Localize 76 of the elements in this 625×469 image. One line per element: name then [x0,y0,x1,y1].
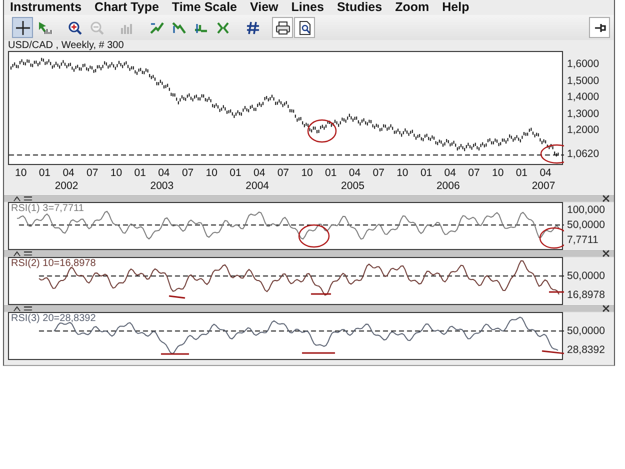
indicator-title: RSI(3) 20=28,8392 [11,313,96,324]
axis-label: 10 [15,167,27,179]
axis-label: 1,2000 [567,124,600,136]
axis-label: 1,6000 [567,58,600,70]
axis-label: 07 [277,167,290,179]
axis-label: 10 [110,167,122,179]
year-label: 2007 [532,180,556,192]
menu-item[interactable]: Instruments [4,0,89,15]
menu-item[interactable]: Help [436,0,476,15]
toolbar-button[interactable] [589,17,610,38]
year-label: 2002 [54,180,78,192]
menu-item[interactable]: View [244,0,286,15]
axis-label: 10 [206,167,218,179]
annotation-underline [549,291,564,293]
chart-title: USD/CAD , Weekly, # 300 [7,40,125,51]
annotation-underline [542,350,564,355]
axis-label: 01 [420,167,432,179]
axis-label: 04 [158,167,170,179]
crosshair-icon [14,20,30,36]
year-label: 2004 [246,180,269,192]
menu-item[interactable]: Chart Type [88,0,166,15]
axis-label: 1,0620 [567,148,600,160]
axis-label: 50,0000 [567,219,605,231]
axis-label: 07 [372,167,384,179]
close-icon [602,305,610,312]
close-icon [602,195,610,202]
indicator-title: RSI(2) 10=16,8978 [11,258,96,269]
axis-label: 10 [301,167,313,179]
axis-label: 07 [86,167,98,179]
toolbar-button[interactable] [12,17,33,38]
annotation-underline [168,295,186,299]
axis-label: 28,8392 [567,344,605,356]
toolbar-button[interactable] [272,17,293,38]
printer-icon [274,20,290,36]
axis-label: 04 [444,167,456,179]
annotation-underline [311,293,331,295]
axis-label: 01 [325,167,337,179]
axis-label: 04 [254,167,266,179]
chart-cursor-icon [36,20,52,36]
axis-label: 50,0000 [567,270,605,282]
axis-label: 04 [540,167,552,179]
menu-item[interactable]: Lines [285,0,331,15]
axis-label: 04 [348,167,361,179]
axis-label: 10 [492,167,504,179]
axis-label: 1,4000 [567,91,600,103]
axis-label: 1,3000 [567,108,600,120]
grid-icon [244,20,260,36]
close-icon [602,250,610,257]
menu-item[interactable]: Zoom [389,0,436,15]
annotation-underline [161,353,189,355]
axis-label: 01 [516,167,528,179]
year-label: 2003 [150,180,174,192]
print-preview-icon [296,20,312,36]
year-label: 2005 [341,180,364,192]
axis-label: 10 [396,167,408,179]
annotation-ellipse [298,224,330,248]
axis-label: 01 [134,167,146,179]
menu-item[interactable]: Studies [330,0,390,15]
year-label: 2006 [436,180,460,192]
axis-label: 7,7711 [567,234,598,246]
zoom-in-icon [66,20,82,36]
axis-label: 07 [182,167,194,179]
zoom-out-icon [88,20,104,36]
toolbar-button[interactable] [294,17,315,38]
annotation-ellipse [307,119,337,143]
axis-label: 50,0000 [567,325,605,337]
indicator-title: RSI(1) 3=7,7711 [11,203,84,214]
axis-label: 04 [62,167,74,179]
axis-label: 100,000 [567,204,605,216]
menu-item[interactable]: Time Scale [166,0,244,15]
axis-label: 1,5000 [567,74,600,86]
axis-label: 01 [230,167,242,179]
axis-label: 07 [468,167,480,179]
axis-label: 01 [38,167,51,179]
axis-label: 16,8978 [567,289,605,301]
annotation-underline [302,352,335,354]
